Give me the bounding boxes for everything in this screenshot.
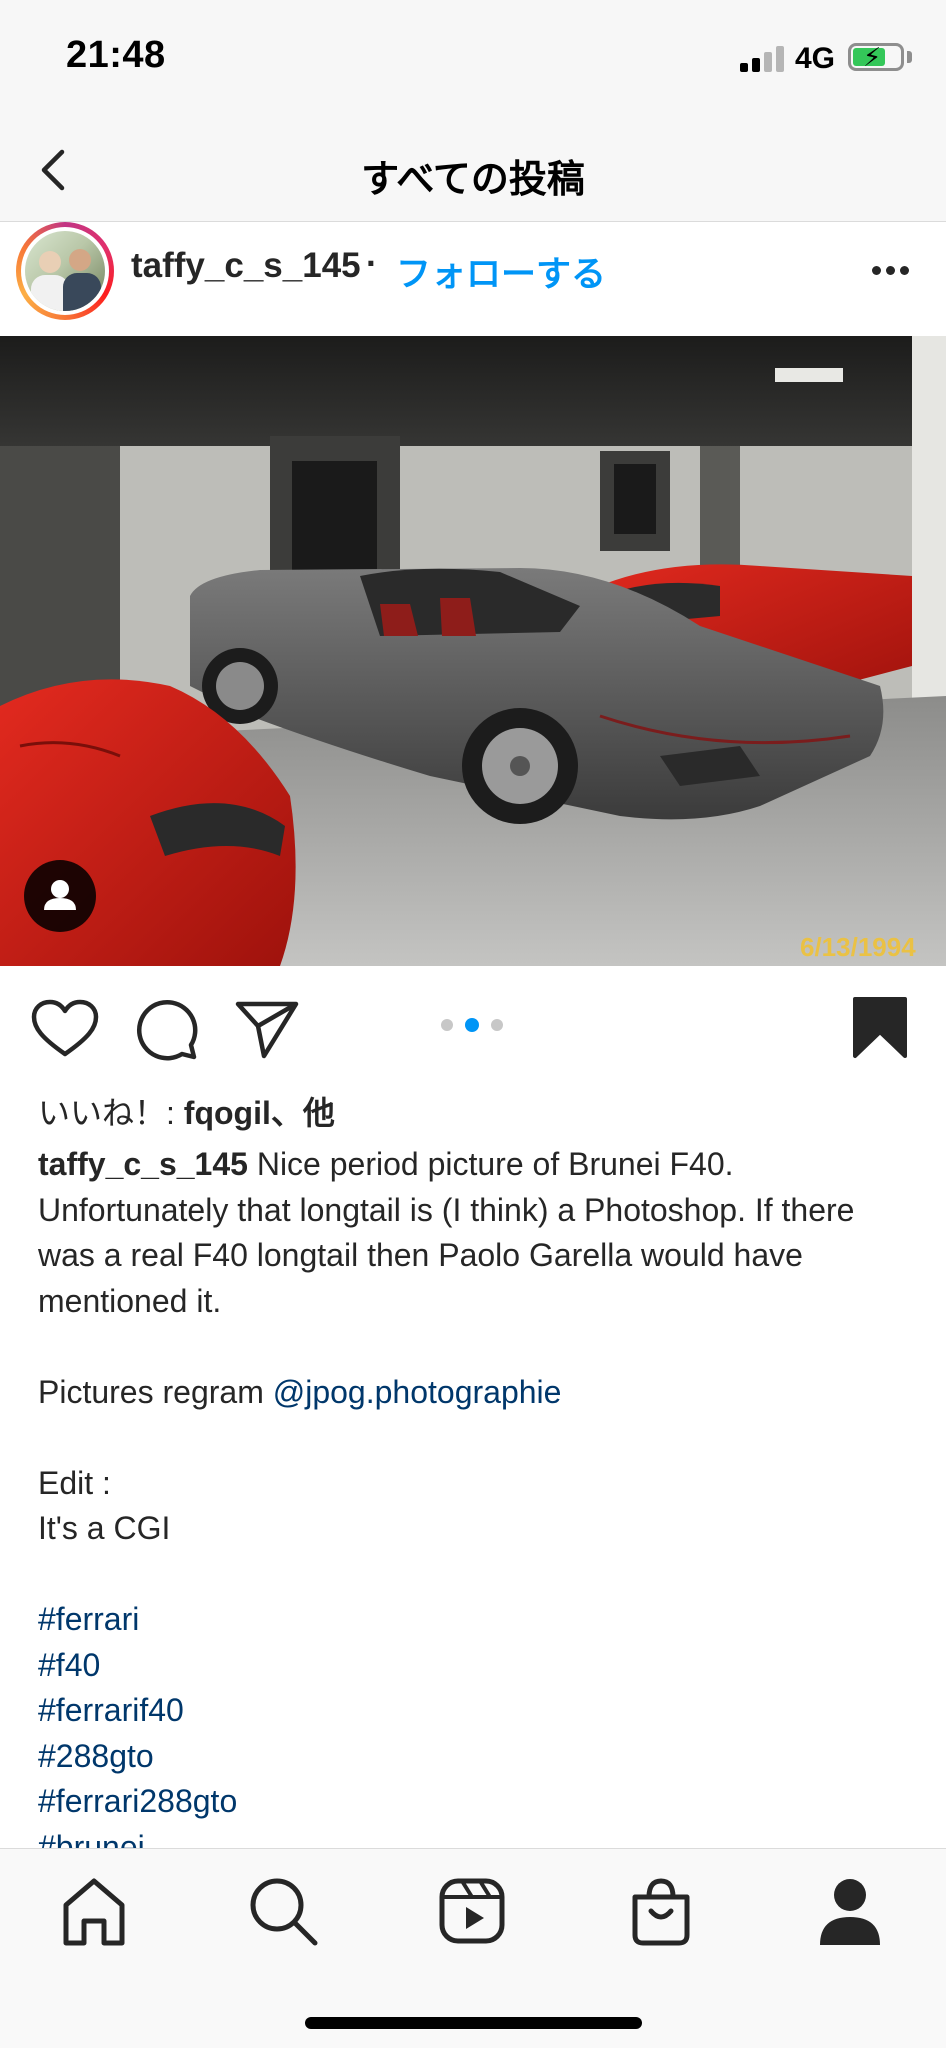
caption-pictures-prefix: Pictures regram — [38, 1373, 273, 1410]
share-button[interactable] — [234, 996, 300, 1062]
hashtag-link[interactable]: #ferrari288gto — [38, 1779, 918, 1825]
caption-edit-text: It's a CGI — [38, 1510, 171, 1546]
more-horizontal-icon — [872, 266, 881, 275]
search-icon — [250, 1878, 318, 1946]
home-icon — [63, 1878, 125, 1946]
hashtag-link[interactable]: #288gto — [38, 1734, 918, 1780]
battery-icon: ⚡ — [848, 42, 904, 72]
tab-home[interactable] — [54, 1871, 134, 1951]
post-caption: taffy_c_s_145 Nice period picture of Bru… — [38, 1142, 918, 1870]
bookmark-filled-icon — [853, 997, 907, 1058]
carousel-dot — [491, 1019, 503, 1031]
photo-date-stamp: 6/13/1994 — [800, 932, 916, 962]
carousel-indicator — [440, 1018, 510, 1034]
tab-search[interactable] — [243, 1871, 323, 1951]
comment-icon — [137, 1000, 198, 1061]
tab-bar — [0, 1848, 946, 2048]
post-photo[interactable]: 6/13/1994 — [0, 336, 946, 966]
charging-bolt-icon: ⚡ — [863, 42, 882, 72]
hashtag-link[interactable]: #ferrari — [38, 1597, 918, 1643]
follow-button[interactable]: フォローする — [396, 246, 606, 297]
profile-icon — [820, 1879, 880, 1945]
likes-prefix: いいね！: — [38, 1095, 184, 1131]
like-button[interactable] — [30, 998, 100, 1060]
post-username[interactable]: taffy_c_s_145 — [131, 246, 361, 286]
hashtag-link[interactable]: #f40 — [38, 1643, 918, 1689]
carousel-dot — [465, 1018, 479, 1032]
person-tag-icon — [44, 880, 76, 910]
home-indicator — [305, 2017, 642, 2029]
carousel-dot — [441, 1019, 453, 1031]
tab-shop[interactable] — [621, 1871, 701, 1951]
save-button[interactable] — [852, 996, 908, 1060]
send-icon — [235, 1001, 299, 1059]
signal-icon — [740, 46, 786, 72]
likes-summary[interactable]: いいね！: fqogil、他 — [38, 1088, 335, 1134]
tagged-people-button[interactable] — [24, 860, 96, 932]
caption-edit-label: Edit : — [38, 1464, 111, 1501]
likes-suffix[interactable]: 、他 — [271, 1095, 335, 1131]
network-type: 4G — [795, 42, 836, 75]
post-header: taffy_c_s_145 · フォローする — [0, 222, 946, 334]
photo-image — [0, 336, 946, 966]
separator-dot: · — [366, 244, 378, 283]
nav-bar: すべての投稿 — [0, 118, 946, 222]
status-time: 21:48 — [66, 34, 166, 76]
more-options-button[interactable] — [866, 252, 916, 292]
tab-reels[interactable] — [432, 1871, 512, 1951]
tab-profile[interactable] — [810, 1871, 890, 1951]
caption-mention-link[interactable]: @jpog.photographie — [273, 1374, 562, 1410]
shopping-bag-icon — [632, 1878, 690, 1946]
hashtag-link[interactable]: #ferrarif40 — [38, 1688, 918, 1734]
caption-username[interactable]: taffy_c_s_145 — [38, 1146, 248, 1182]
reels-icon — [439, 1878, 505, 1944]
status-bar: 21:48 4G ⚡ — [0, 0, 946, 118]
battery-cap — [907, 51, 912, 63]
likes-user[interactable]: fqogil — [184, 1095, 271, 1131]
heart-icon — [31, 999, 99, 1057]
page-title: すべての投稿 — [361, 159, 585, 201]
post-actions — [0, 966, 946, 1086]
comment-button[interactable] — [133, 996, 199, 1062]
avatar[interactable] — [16, 222, 114, 320]
